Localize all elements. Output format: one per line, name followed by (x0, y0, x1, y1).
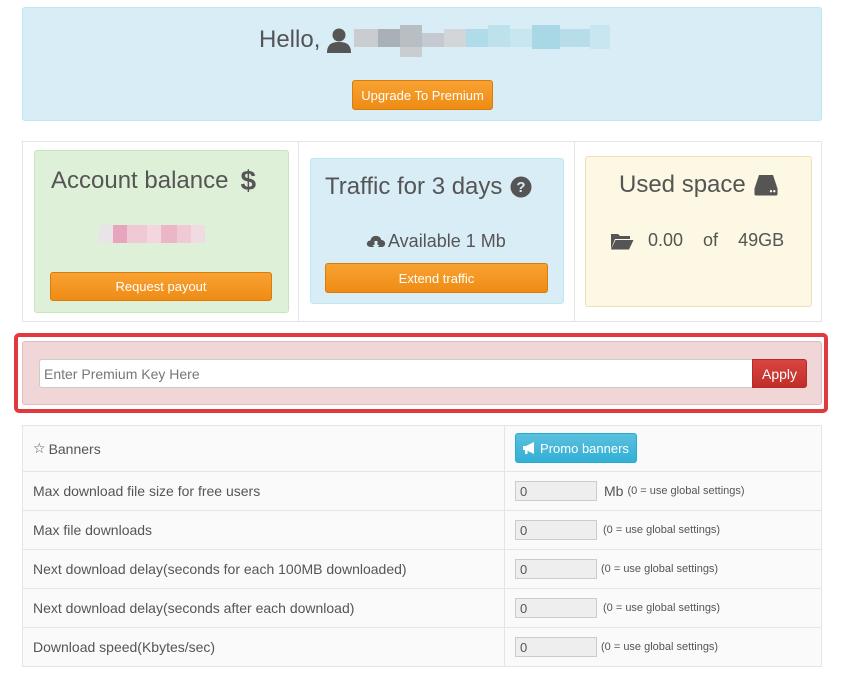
setting-label: Next download delay(seconds for each 100… (33, 561, 407, 577)
unit-label: Mb (604, 483, 624, 499)
traffic-available-text: Available 1 Mb (388, 231, 506, 251)
account-stats: Account balance $ Request payout Traffic… (22, 141, 822, 322)
traffic-card: Traffic for 3 days ? Available 1 Mb Exte… (310, 158, 564, 304)
question-circle-icon[interactable]: ? (510, 176, 532, 198)
table-row: ☆ Banners Promo banners (23, 426, 821, 471)
hint-text: (0 = use global settings) (627, 485, 745, 497)
used-space-card: Used space 0.00 of 49GB (585, 156, 812, 307)
divider (504, 628, 505, 666)
star-icon: ☆ (33, 440, 46, 456)
blurred-balance-value (99, 225, 219, 243)
greeting-panel: Hello, Upgrade To Premium (22, 7, 822, 121)
hint-text: (0 = use global settings) (603, 602, 721, 614)
setting-label: Download speed(Kbytes/sec) (33, 639, 216, 655)
settings-table: ☆ Banners Promo banners Max download fil… (22, 425, 822, 667)
traffic-title: Traffic for 3 days ? (325, 173, 532, 201)
download-speed-input[interactable] (515, 637, 597, 657)
setting-label: Max file downloads (33, 522, 153, 538)
promo-banners-button[interactable]: Promo banners (515, 433, 637, 463)
divider (298, 142, 299, 321)
banners-label-text: Banners (48, 440, 101, 457)
used-space-of: of (703, 230, 719, 250)
delay-after-download-input[interactable] (515, 598, 597, 618)
delay-per-100mb-input[interactable] (515, 559, 597, 579)
divider (504, 550, 505, 588)
setting-hint: (0 = use global settings) (601, 550, 718, 588)
setting-hint: Mb (0 = use global settings) (604, 472, 745, 510)
greeting-line: Hello, (259, 22, 620, 58)
extend-traffic-button[interactable]: Extend traffic (325, 263, 548, 293)
setting-label: Max download file size for free users (33, 483, 261, 499)
banners-label: ☆ Banners (33, 426, 101, 471)
divider (504, 589, 505, 627)
divider (574, 142, 575, 321)
dollar-icon: $ (240, 165, 257, 196)
max-download-size-input[interactable] (515, 481, 597, 501)
used-space-values: 0.00 of 49GB (610, 230, 784, 251)
table-row: Next download delay(seconds after each d… (23, 588, 821, 627)
max-file-downloads-input[interactable] (515, 520, 597, 540)
blurred-username (354, 23, 620, 57)
divider (504, 511, 505, 549)
user-icon (327, 28, 352, 53)
total-space-amount: 49GB (738, 230, 785, 250)
cloud-download-icon (366, 235, 386, 249)
highlight-frame (14, 333, 828, 413)
hint-text: (0 = use global settings) (603, 524, 721, 536)
megaphone-icon (523, 442, 535, 454)
balance-title-text: Account balance (51, 167, 229, 194)
traffic-available: Available 1 Mb (366, 231, 506, 252)
upgrade-premium-button[interactable]: Upgrade To Premium (352, 80, 493, 110)
table-row: Max download file size for free users Mb… (23, 471, 821, 510)
table-row: Next download delay(seconds for each 100… (23, 549, 821, 588)
request-payout-button[interactable]: Request payout (50, 272, 272, 301)
hint-text: (0 = use global settings) (601, 641, 719, 653)
traffic-title-text: Traffic for 3 days (325, 173, 503, 200)
setting-hint: (0 = use global settings) (603, 589, 720, 627)
folder-open-icon (611, 233, 634, 249)
used-space-title-text: Used space (619, 171, 746, 198)
divider (504, 472, 505, 510)
setting-hint: (0 = use global settings) (603, 511, 720, 549)
table-row: Download speed(Kbytes/sec) (0 = use glob… (23, 627, 821, 666)
setting-label: Next download delay(seconds after each d… (33, 600, 355, 616)
hint-text: (0 = use global settings) (601, 563, 719, 575)
table-row: Max file downloads (0 = use global setti… (23, 510, 821, 549)
balance-card: Account balance $ Request payout (34, 150, 289, 313)
greeting-text: Hello, (259, 26, 321, 53)
setting-hint: (0 = use global settings) (601, 628, 718, 666)
balance-title: Account balance $ (51, 165, 256, 197)
used-space-amount: 0.00 (648, 230, 684, 250)
hard-drive-icon (754, 175, 778, 196)
promo-banners-label: Promo banners (540, 440, 629, 456)
svg-text:?: ? (517, 179, 526, 196)
divider (504, 426, 505, 471)
used-space-title: Used space (619, 171, 778, 199)
